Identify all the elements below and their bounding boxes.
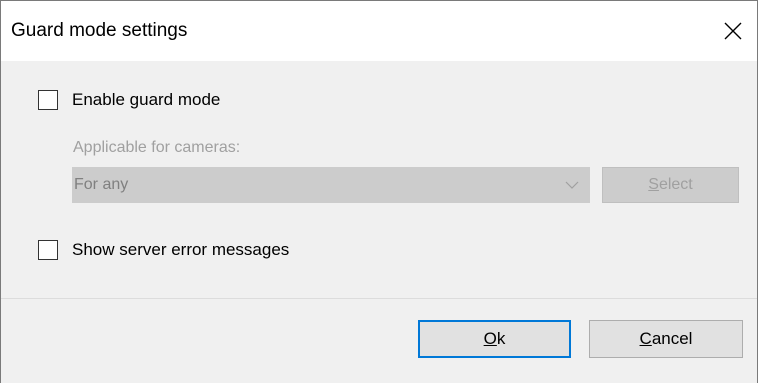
dialog-window: Guard mode settings Enable guard mode Ap… — [0, 0, 758, 383]
camera-scope-value: For any — [74, 176, 129, 193]
show-server-errors-checkbox[interactable] — [38, 240, 58, 260]
dialog-title: Guard mode settings — [11, 20, 188, 41]
cancel-button-mnemonic: C — [639, 329, 652, 348]
cancel-button-label-rest: ancel — [651, 329, 693, 348]
chevron-down-icon — [565, 181, 579, 189]
enable-guard-mode-label[interactable]: Enable guard mode — [72, 90, 220, 110]
select-cameras-button[interactable]: Select — [602, 167, 739, 203]
applicable-cameras-label: Applicable for cameras: — [73, 139, 241, 156]
close-button[interactable] — [709, 1, 757, 61]
title-bar: Guard mode settings — [1, 1, 757, 61]
show-server-errors-option[interactable]: Show server error messages — [38, 240, 289, 260]
settings-panel: Enable guard mode Applicable for cameras… — [1, 61, 757, 298]
ok-button-label-rest: k — [496, 329, 506, 348]
cancel-button[interactable]: Cancel — [589, 320, 743, 358]
dialog-footer: Ok Cancel — [1, 298, 757, 383]
close-icon — [724, 22, 742, 40]
enable-guard-mode-checkbox[interactable] — [38, 90, 58, 110]
ok-button[interactable]: Ok — [418, 320, 571, 358]
enable-guard-mode-option[interactable]: Enable guard mode — [38, 90, 220, 110]
select-button-mnemonic: S — [648, 176, 659, 193]
show-server-errors-label[interactable]: Show server error messages — [72, 240, 289, 260]
ok-button-mnemonic: O — [483, 329, 497, 348]
camera-scope-select[interactable]: For any — [72, 167, 590, 203]
select-button-label-rest: elect — [658, 176, 693, 193]
